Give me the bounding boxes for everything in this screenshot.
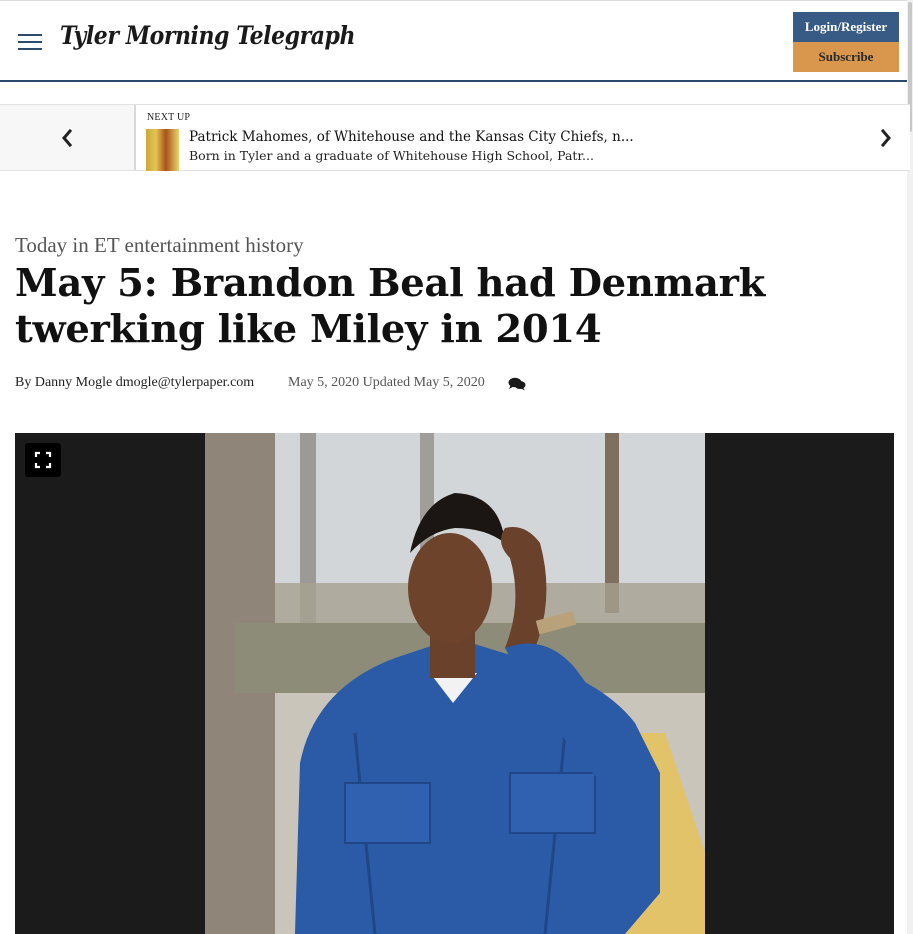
next-up-bar: NEXT UP Patrick Mahomes, of Whitehouse a…: [0, 104, 910, 171]
next-article-button[interactable]: [872, 123, 900, 153]
site-logo[interactable]: Tyler Morning Telegraph: [60, 21, 355, 50]
subscribe-button[interactable]: Subscribe: [793, 42, 899, 72]
login-register-button[interactable]: Login/Register: [793, 12, 899, 42]
article-headline: May 5: Brandon Beal had Denmark twerking…: [15, 261, 765, 352]
next-up-label: NEXT UP: [147, 112, 191, 123]
next-up-title[interactable]: Patrick Mahomes, of Whitehouse and the K…: [189, 129, 634, 145]
hamburger-icon[interactable]: [18, 34, 42, 52]
comments-icon[interactable]: [508, 376, 526, 391]
next-up-thumbnail[interactable]: [146, 129, 179, 171]
article-dates: May 5, 2020 Updated May 5, 2020: [288, 375, 485, 390]
article-kicker[interactable]: Today in ET entertainment history: [15, 233, 304, 258]
chevron-right-icon: [880, 129, 891, 147]
next-up-description[interactable]: Born in Tyler and a graduate of Whitehou…: [189, 148, 594, 163]
article-photo-frame: [15, 433, 894, 934]
expand-icon[interactable]: [25, 443, 61, 477]
site-header: Tyler Morning Telegraph Login/Register S…: [0, 0, 907, 82]
article-photo[interactable]: [205, 433, 705, 934]
chevron-left-icon: [62, 128, 73, 147]
previous-article-button[interactable]: [0, 105, 136, 170]
article-byline[interactable]: By Danny Mogle dmogle@tylerpaper.com: [15, 375, 254, 391]
